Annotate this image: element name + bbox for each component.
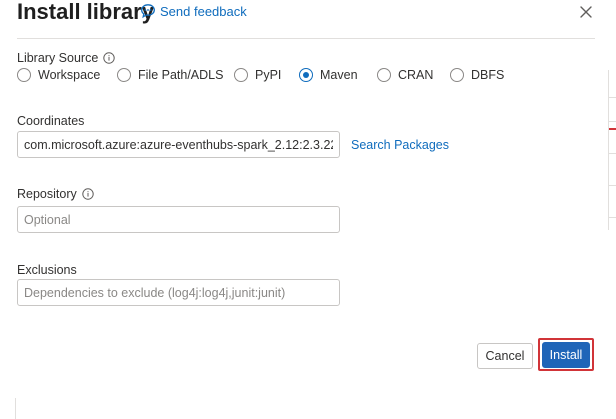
background-highlight-line (609, 128, 616, 130)
library-source-radio-group: Workspace File Path/ADLS PyPI Maven CRAN… (17, 68, 504, 82)
radio-circle (17, 68, 31, 82)
library-source-label: Library Source (17, 51, 99, 65)
radio-label: CRAN (398, 68, 434, 82)
close-icon (580, 6, 592, 18)
radio-label: PyPI (255, 68, 282, 82)
info-icon[interactable] (103, 52, 115, 64)
repository-label-row: Repository (17, 187, 94, 201)
library-source-label-row: Library Source (17, 51, 115, 65)
coordinates-label-row: Coordinates (17, 114, 84, 128)
install-button[interactable]: Install (542, 342, 590, 368)
background-cell (609, 198, 616, 218)
radio-dbfs[interactable]: DBFS (450, 68, 504, 82)
exclusions-input[interactable] (17, 279, 340, 306)
send-feedback-link[interactable]: Send feedback (140, 3, 247, 19)
exclusions-label: Exclusions (17, 263, 77, 277)
close-button[interactable] (578, 4, 594, 20)
background-cell (609, 102, 616, 122)
radio-circle (117, 68, 131, 82)
exclusions-label-row: Exclusions (17, 263, 77, 277)
radio-file-path-adls[interactable]: File Path/ADLS (117, 68, 234, 82)
radio-circle (377, 68, 391, 82)
repository-input[interactable] (17, 206, 340, 233)
radio-cran[interactable]: CRAN (377, 68, 450, 82)
radio-circle-selected (299, 68, 313, 82)
radio-label: Workspace (38, 68, 101, 82)
radio-label: Maven (320, 68, 358, 82)
background-divider (15, 398, 16, 419)
background-cell (609, 78, 616, 98)
radio-label: File Path/ADLS (138, 68, 224, 82)
feedback-icon (141, 4, 155, 19)
search-packages-link[interactable]: Search Packages (351, 138, 449, 152)
background-cell (609, 166, 616, 186)
coordinates-label: Coordinates (17, 114, 85, 128)
radio-label: DBFS (471, 68, 505, 82)
radio-circle (450, 68, 464, 82)
install-library-dialog: Install library Send feedback Library So… (0, 0, 605, 390)
radio-maven[interactable]: Maven (299, 68, 377, 82)
repository-label: Repository (17, 187, 77, 201)
radio-workspace[interactable]: Workspace (17, 68, 117, 82)
radio-pypi[interactable]: PyPI (234, 68, 299, 82)
cancel-button[interactable]: Cancel (477, 343, 533, 369)
info-icon[interactable] (82, 188, 94, 200)
background-cell (609, 134, 616, 154)
header-divider (17, 38, 595, 39)
send-feedback-label: Send feedback (160, 3, 247, 19)
coordinates-input[interactable] (17, 131, 340, 158)
background-page-sliver (608, 70, 616, 230)
radio-circle (234, 68, 248, 82)
dialog-title: Install library (17, 0, 154, 24)
